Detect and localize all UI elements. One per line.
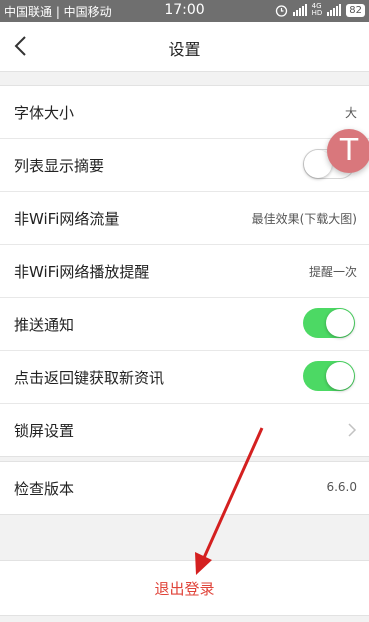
settings-list: 字体大小 大 列表显示摘要 非WiFi网络流量 最佳效果(下载大图) 非WiFi…: [0, 85, 369, 457]
logout-button[interactable]: 退出登录: [0, 560, 369, 616]
setting-list-summary: 列表显示摘要: [0, 139, 369, 192]
setting-label: 检查版本: [14, 480, 75, 498]
status-icons: 4G HD 82: [275, 3, 365, 17]
back-key-refresh-toggle[interactable]: [303, 361, 355, 391]
setting-value: 提醒一次: [308, 265, 357, 279]
setting-label: 点击返回键获取新资讯: [14, 369, 165, 387]
setting-label: 字体大小: [14, 104, 75, 122]
battery-icon: 82: [346, 3, 365, 17]
floating-t-button[interactable]: T: [327, 129, 369, 173]
signal-strength-icon: [292, 4, 307, 16]
toggle-knob: [326, 309, 354, 337]
setting-non-wifi-traffic[interactable]: 非WiFi网络流量 最佳效果(下载大图): [0, 192, 369, 245]
setting-label: 非WiFi网络流量: [14, 210, 120, 228]
setting-non-wifi-play-reminder[interactable]: 非WiFi网络播放提醒 提醒一次: [0, 245, 369, 298]
setting-check-version[interactable]: 检查版本 6.6.0: [0, 462, 369, 514]
setting-push-notifications: 推送通知: [0, 298, 369, 351]
setting-label: 锁屏设置: [14, 422, 75, 440]
alarm-icon: [275, 4, 287, 17]
toggle-knob: [326, 362, 354, 390]
setting-value: 最佳效果(下载大图): [251, 212, 357, 226]
push-notifications-toggle[interactable]: [303, 308, 355, 338]
status-bar: 中国联通 | 中国移动 17:00 4G HD 82: [0, 0, 369, 22]
setting-lock-screen[interactable]: 锁屏设置: [0, 404, 369, 456]
setting-value: 大: [344, 106, 357, 120]
chevron-right-icon: [348, 423, 357, 437]
network-type-label: 4G HD: [311, 2, 323, 17]
logout-label: 退出登录: [154, 580, 215, 598]
setting-label: 非WiFi网络播放提醒: [14, 263, 150, 281]
setting-label: 推送通知: [14, 316, 75, 334]
signal-strength-icon-2: [327, 4, 342, 16]
page-title: 设置: [168, 40, 201, 59]
version-section: 检查版本 6.6.0: [0, 461, 369, 515]
version-value: 6.6.0: [326, 480, 357, 494]
setting-label: 列表显示摘要: [14, 157, 105, 175]
nav-header: 设置: [0, 22, 369, 72]
setting-back-key-refresh: 点击返回键获取新资讯: [0, 351, 369, 404]
setting-font-size[interactable]: 字体大小 大: [0, 86, 369, 139]
